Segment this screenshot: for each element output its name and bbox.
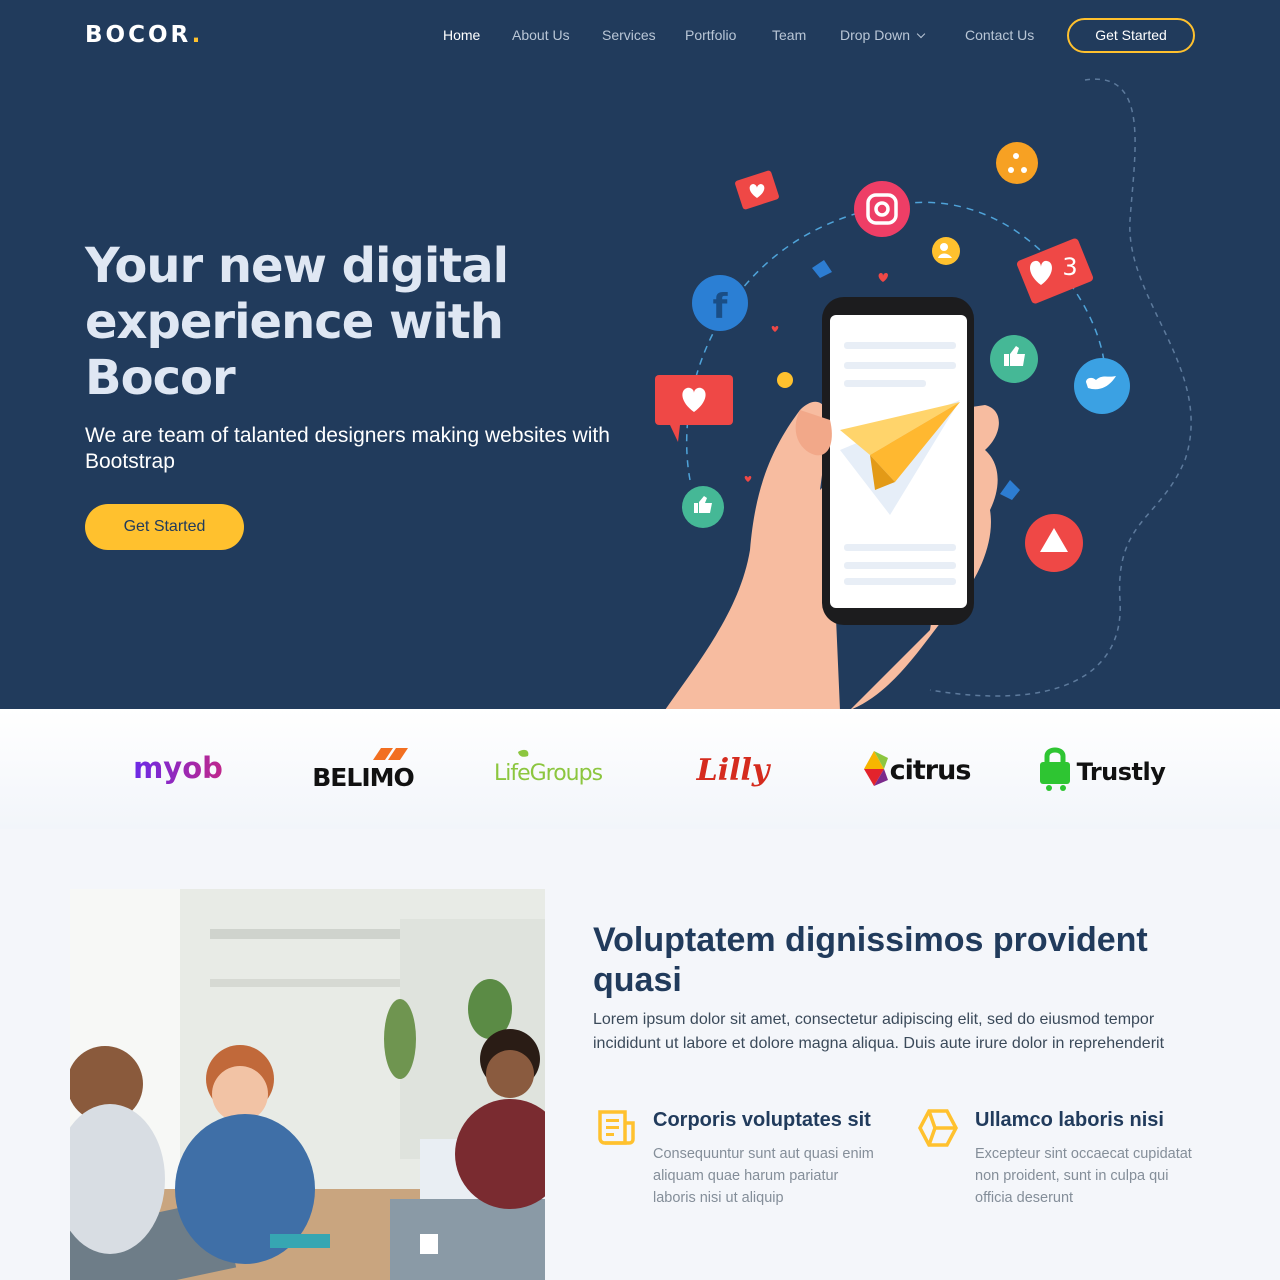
user-icon bbox=[932, 237, 960, 265]
hero-subtitle: We are team of talanted designers making… bbox=[85, 424, 610, 473]
nav-item-home[interactable]: Home bbox=[443, 27, 480, 43]
feature-title-1: Corporis voluptates sit bbox=[653, 1109, 871, 1131]
like-icon bbox=[990, 335, 1038, 383]
about-description: Lorem ipsum dolor sit amet, consectetur … bbox=[593, 1011, 1165, 1052]
nav-get-started-button[interactable]: Get Started bbox=[1067, 18, 1195, 53]
notification-badge-icon: 3 bbox=[1016, 238, 1094, 304]
team-meeting-photo bbox=[70, 889, 545, 1280]
svg-text:Lilly: Lilly bbox=[695, 753, 771, 788]
nav-item-portfolio[interactable]: Portfolio bbox=[685, 27, 736, 43]
hero-get-started-button[interactable]: Get Started bbox=[85, 504, 244, 550]
nav-item-about-us[interactable]: About Us bbox=[512, 27, 570, 43]
nav-item-services[interactable]: Services bbox=[602, 27, 656, 43]
triangle-icon bbox=[1025, 514, 1083, 572]
nav-item-contact-us[interactable]: Contact Us bbox=[965, 27, 1034, 43]
feature-text-1: Consequuntur sunt aut quasi enim aliquam… bbox=[653, 1146, 874, 1206]
myob-logo: myob bbox=[133, 751, 223, 785]
twitter-icon bbox=[1074, 358, 1130, 414]
document-icon bbox=[598, 1110, 635, 1145]
trustly-logo: Trustly bbox=[1040, 747, 1167, 791]
lifegroups-logo: LifeGroups bbox=[493, 749, 603, 786]
nav-item-drop-down-label: Drop Down bbox=[840, 27, 911, 43]
svg-text:f: f bbox=[713, 287, 729, 327]
heart-icon bbox=[735, 170, 779, 210]
share-icon bbox=[996, 142, 1038, 184]
heart-icon bbox=[655, 375, 733, 442]
team-photo-image bbox=[70, 889, 545, 1280]
nav-item-team[interactable]: Team bbox=[772, 27, 806, 43]
svg-text:Trustly: Trustly bbox=[1077, 758, 1167, 786]
belimo-logo: BELIMO bbox=[312, 748, 414, 792]
client-lifegroups[interactable]: LifeGroups bbox=[485, 739, 610, 799]
citrus-logo: citrus bbox=[864, 751, 971, 786]
lilly-logo: Lilly bbox=[695, 753, 771, 788]
svg-text:citrus: citrus bbox=[890, 755, 971, 786]
clients-strip: myob BELIMO LifeGroups Lilly citrus Trus… bbox=[0, 709, 1280, 829]
about-title: Voluptatem dignissimos provident quasi bbox=[593, 921, 1148, 999]
client-lilly[interactable]: Lilly bbox=[680, 739, 785, 799]
client-belimo[interactable]: BELIMO bbox=[298, 739, 428, 799]
facebook-icon: f bbox=[692, 275, 748, 331]
feature-title-2: Ullamco laboris nisi bbox=[975, 1109, 1164, 1131]
chevron-down-icon bbox=[916, 29, 926, 39]
feature-text-2: Excepteur sint occaecat cupidatat non pr… bbox=[975, 1146, 1192, 1206]
client-citrus[interactable]: citrus bbox=[860, 739, 975, 799]
svg-text:BELIMO: BELIMO bbox=[312, 763, 414, 792]
nav-item-drop-down[interactable]: Drop Down bbox=[840, 27, 926, 43]
svg-text:myob: myob bbox=[133, 751, 223, 785]
cube-icon bbox=[918, 1109, 958, 1147]
like-icon bbox=[682, 486, 724, 528]
instagram-icon bbox=[854, 181, 910, 237]
hero-illustration: f 3 bbox=[655, 78, 1192, 709]
hero-section: BOCOR. Home About Us Services Portfolio … bbox=[0, 0, 1280, 709]
client-trustly[interactable]: Trustly bbox=[1035, 739, 1170, 799]
navbar: BOCOR. Home About Us Services Portfolio … bbox=[0, 0, 1280, 72]
hero-title: Your new digital experience with Bocor bbox=[85, 238, 509, 406]
client-myob[interactable]: myob bbox=[120, 739, 235, 799]
svg-text:3: 3 bbox=[1062, 253, 1077, 281]
svg-text:LifeGroups: LifeGroups bbox=[493, 761, 602, 786]
